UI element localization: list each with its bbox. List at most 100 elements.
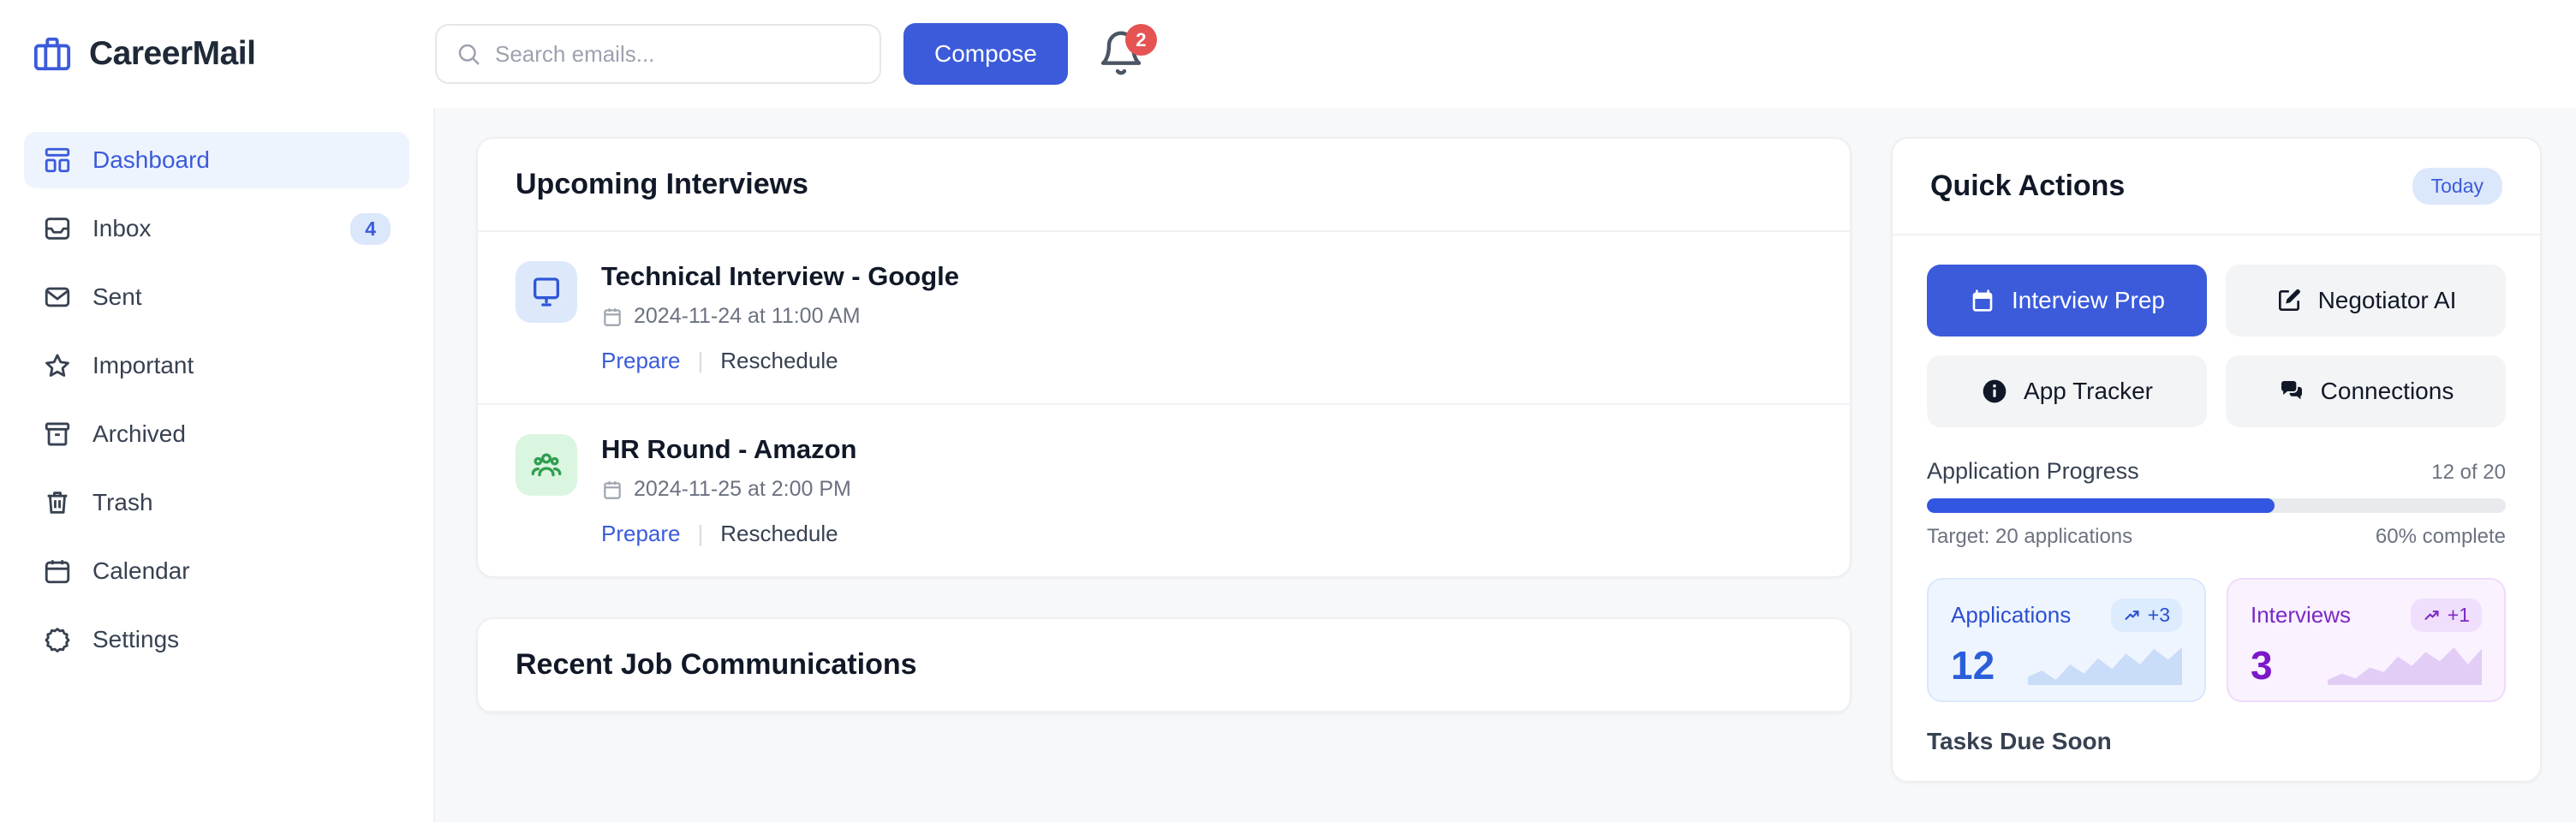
stat-body: 3 <box>2251 640 2482 685</box>
recent-communications-card: Recent Job Communications <box>476 617 1852 714</box>
interview-datetime-row: 2024-11-25 at 2:00 PM <box>601 477 1812 502</box>
calendar-icon <box>45 560 70 584</box>
notification-count-badge: 2 <box>1124 24 1157 56</box>
interview-details: Technical Interview - Google 2024-11-24 … <box>601 261 1812 374</box>
progress-count: 12 of 20 <box>2431 461 2506 484</box>
sidebar-item-label: Inbox <box>92 215 152 241</box>
sidebar-item-label: Important <box>92 352 194 378</box>
stat-delta-value: +1 <box>2447 604 2470 626</box>
gear-icon <box>45 628 70 653</box>
interview-title: HR Round - Amazon <box>601 434 857 464</box>
interview-details: HR Round - Amazon 2024-11-25 at 2:00 PM <box>601 434 1812 547</box>
progress-bar-fill <box>1927 498 2275 513</box>
stat-label: Applications <box>1951 602 2072 628</box>
interview-type-icon-wrapper <box>516 434 577 496</box>
sidebar-item-label: Archived <box>92 420 186 447</box>
applications-stat-card[interactable]: Applications +3 12 <box>1927 578 2206 702</box>
star-icon <box>45 354 69 377</box>
interview-type-icon-wrapper <box>516 261 577 323</box>
stat-cards: Applications +3 12 Interviews +1 3 <box>1927 578 2506 702</box>
interview-actions: Prepare | Reschedule <box>601 348 1812 374</box>
connections-button[interactable]: Connections <box>2226 355 2506 427</box>
sidebar-item-sent[interactable]: Sent <box>24 269 409 325</box>
upcoming-interviews-card: Upcoming Interviews Technical Interview … <box>476 137 1852 578</box>
stat-body: 12 <box>1951 640 2182 685</box>
sidebar-item-label: Calendar <box>92 557 190 584</box>
sidebar-item-calendar[interactable]: Calendar <box>24 543 409 599</box>
stat-label: Interviews <box>2251 602 2352 628</box>
sidebar-item-settings[interactable]: Settings <box>24 611 409 668</box>
stat-value: 12 <box>1951 643 1995 688</box>
reschedule-link[interactable]: Reschedule <box>720 521 838 547</box>
sidebar-item-dashboard[interactable]: Dashboard <box>24 132 409 188</box>
brand: CareerMail <box>33 34 435 74</box>
trend-up-icon <box>2424 611 2439 620</box>
search-icon <box>458 44 480 65</box>
progress-header: Application Progress 12 of 20 <box>1927 458 2506 485</box>
stat-header: Applications +3 <box>1951 599 2182 632</box>
interview-prep-button[interactable]: Interview Prep <box>1927 265 2207 337</box>
card-title: Upcoming Interviews <box>516 168 808 200</box>
button-label: Negotiator AI <box>2317 287 2457 313</box>
stat-delta-value: +3 <box>2147 604 2170 626</box>
tasks-due-soon-title: Tasks Due Soon <box>1927 728 2112 754</box>
stat-value: 3 <box>2251 643 2273 688</box>
negotiator-ai-button[interactable]: Negotiator AI <box>2226 265 2506 337</box>
briefcase-icon <box>33 37 71 71</box>
quick-actions-body: Interview Prep Negotiator AI App Tracker… <box>1893 235 2540 781</box>
sidebar-item-archived[interactable]: Archived <box>24 406 409 462</box>
sidebar-item-label: Settings <box>92 626 180 652</box>
interview-row[interactable]: HR Round - Amazon 2024-11-25 at 2:00 PM <box>478 405 1850 576</box>
inbox-unread-badge: 4 <box>350 212 391 245</box>
card-title: Quick Actions <box>1930 170 2126 202</box>
calendar-icon <box>1972 289 1993 312</box>
sidebar-item-inbox[interactable]: Inbox 4 <box>24 200 409 257</box>
app-shell: Dashboard Inbox 4 Sent Important Archive… <box>0 108 2576 822</box>
notifications-button[interactable]: 2 <box>1097 24 1157 79</box>
trash-icon <box>47 491 68 514</box>
secondary-column: Quick Actions Today Interview Prep Negot… <box>1891 137 2542 822</box>
interviews-stat-card[interactable]: Interviews +1 3 <box>2227 578 2506 702</box>
interview-datetime-row: 2024-11-24 at 11:00 AM <box>601 304 1812 329</box>
interview-row[interactable]: Technical Interview - Google 2024-11-24 … <box>478 232 1850 405</box>
reschedule-link[interactable]: Reschedule <box>720 348 838 374</box>
button-label: Interview Prep <box>2012 287 2165 313</box>
search-input[interactable] <box>495 40 861 68</box>
search-box[interactable] <box>435 24 881 84</box>
chat-icon <box>2281 381 2302 400</box>
application-progress: Application Progress 12 of 20 Target: 20… <box>1927 458 2506 549</box>
sparkline-chart <box>2328 647 2482 685</box>
stat-delta-badge: +3 <box>2110 599 2182 632</box>
quick-actions-card: Quick Actions Today Interview Prep Negot… <box>1891 137 2542 783</box>
quick-actions-grid: Interview Prep Negotiator AI App Tracker… <box>1927 265 2506 427</box>
inbox-icon <box>45 217 70 240</box>
stat-delta-badge: +1 <box>2410 599 2482 632</box>
calendar-icon <box>604 307 621 326</box>
interview-title: Technical Interview - Google <box>601 261 960 291</box>
card-title: Recent Job Communications <box>516 648 917 681</box>
compose-button[interactable]: Compose <box>903 23 1068 85</box>
progress-footer: Target: 20 applications 60% complete <box>1927 525 2506 549</box>
progress-bar-track <box>1927 498 2506 513</box>
prepare-link[interactable]: Prepare <box>601 521 681 547</box>
button-label: App Tracker <box>2024 378 2153 404</box>
envelope-icon <box>45 287 70 307</box>
sidebar-item-important[interactable]: Important <box>24 337 409 394</box>
app-header: CareerMail Compose 2 <box>0 0 2576 108</box>
people-icon <box>531 453 562 477</box>
app-tracker-button[interactable]: App Tracker <box>1927 355 2207 427</box>
calendar-icon <box>604 480 621 499</box>
card-header: Recent Job Communications <box>478 619 1850 712</box>
progress-label: Application Progress <box>1927 458 2139 484</box>
info-icon <box>1983 379 2007 403</box>
prepare-link[interactable]: Prepare <box>601 348 681 374</box>
sidebar-item-trash[interactable]: Trash <box>24 474 409 531</box>
card-header: Quick Actions Today <box>1893 139 2540 235</box>
main-content: Upcoming Interviews Technical Interview … <box>435 108 2576 822</box>
interview-datetime: 2024-11-24 at 11:00 AM <box>634 304 861 328</box>
button-label: Connections <box>2320 378 2454 404</box>
progress-target: Target: 20 applications <box>1927 525 2133 548</box>
monitor-icon <box>534 277 559 307</box>
sidebar-item-label: Sent <box>92 283 142 310</box>
